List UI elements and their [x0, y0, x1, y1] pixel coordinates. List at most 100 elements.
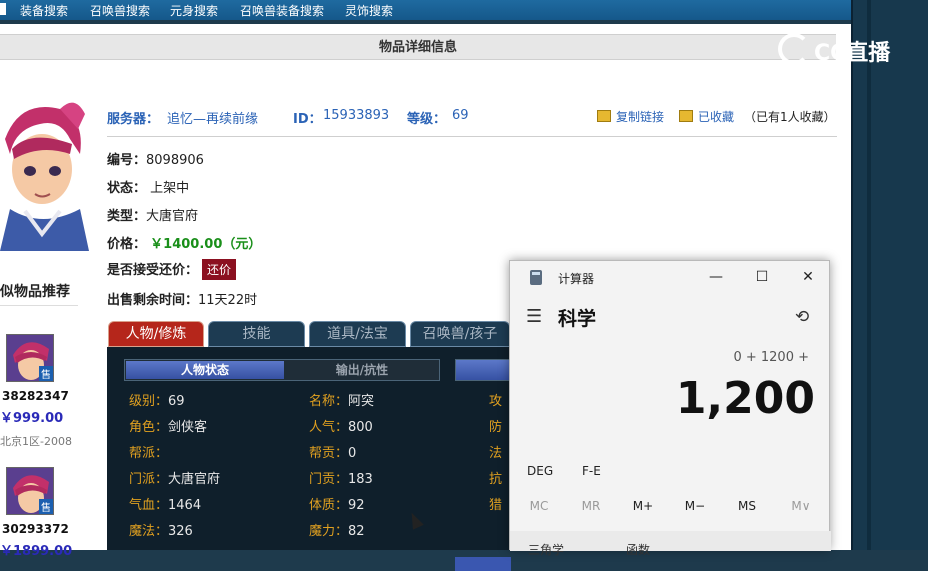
server-label: 服务器：	[107, 112, 160, 127]
close-button[interactable]: ✕	[795, 265, 821, 289]
similar-item-server: 北京1区-2008	[0, 435, 72, 448]
similar-items-title: 似物品推荐	[0, 278, 78, 306]
subtab-bar: 人物状态 输出/抗性	[124, 359, 440, 381]
nav-equipment-search[interactable]: 装备搜索	[20, 2, 68, 19]
calculator-display: 1,200	[675, 373, 815, 424]
character-panel: 人物状态 输出/抗性 级别：69 角色：剑侠客 帮派： 门派：大唐官府 气血：1…	[107, 347, 511, 571]
status-row: 状态： 上架中	[107, 177, 189, 196]
hamburger-menu-icon[interactable]: ☰	[526, 306, 542, 327]
deg-button[interactable]: DEG	[527, 464, 553, 478]
tab-skills[interactable]: 技能	[208, 321, 305, 347]
similar-item-thumbnail[interactable]: 售	[6, 334, 54, 382]
history-icon[interactable]: ⟲	[795, 307, 809, 327]
copy-link-icon[interactable]	[597, 110, 611, 122]
for-sale-badge: 售	[39, 499, 53, 514]
status-label: 状态：	[107, 181, 147, 196]
price-value: ￥1400.00（元）	[150, 237, 262, 252]
status-value: 上架中	[150, 181, 190, 196]
attr-role: 角色：剑侠客	[129, 420, 208, 435]
attr-guild: 帮派：	[129, 446, 169, 461]
level-label: 等级：	[407, 112, 447, 127]
price-label: 价格：	[107, 237, 147, 252]
attr-constitution: 体质：92	[309, 498, 365, 513]
character-portrait	[0, 99, 89, 251]
number-label: 编号：	[107, 153, 147, 168]
time-remaining-row: 出售剩余时间：11天22时	[107, 289, 257, 308]
attr-magic: 魔力：82	[309, 524, 365, 539]
favorited-button[interactable]: 已收藏	[698, 108, 734, 125]
m-plus-button[interactable]: M+	[621, 499, 665, 513]
level-value: 69	[452, 108, 469, 123]
attr-mp: 魔法：326	[129, 524, 193, 539]
top-nav-bar: 装备搜索 召唤兽搜索 元身搜索 召唤兽装备搜索 灵饰搜索	[0, 0, 851, 20]
band-stripe	[867, 0, 871, 550]
subtab-right-header	[455, 359, 511, 381]
for-sale-badge: 售	[39, 366, 53, 381]
tab-items[interactable]: 道具/法宝	[309, 321, 406, 347]
bargain-button[interactable]: 还价	[202, 259, 237, 280]
page-title: 物品详细信息	[0, 34, 836, 60]
attr-name: 名称：阿突	[309, 394, 375, 409]
right-background-band	[851, 0, 928, 550]
function-row: 三角学 函数	[510, 531, 831, 557]
type-row: 类型：大唐官府	[107, 205, 198, 224]
mr-button[interactable]: MR	[569, 499, 613, 513]
time-value: 11天22时	[198, 293, 258, 308]
calculator-window: 计算器 — ☐ ✕ ☰ 科学 ⟲ 0 + 1200 + 1,200 DEG F-…	[509, 260, 831, 557]
id-label: ID：	[293, 112, 322, 127]
id-value: 15933893	[323, 108, 390, 123]
price-row: 价格： ￥1400.00（元）	[107, 233, 261, 252]
attr-school: 门派：大唐官府	[129, 472, 221, 487]
nav-spirit-search[interactable]: 灵饰搜索	[345, 2, 393, 19]
ms-button[interactable]: MS	[725, 499, 769, 513]
logo-ring-icon	[778, 33, 810, 65]
calculator-expression: 0 + 1200 +	[733, 350, 809, 365]
calculator-title: 计算器	[558, 272, 595, 286]
number-value: 8098906	[146, 153, 204, 168]
subtab-output-resist[interactable]: 输出/抗性	[285, 361, 439, 379]
info-divider	[107, 136, 837, 137]
attr-col3-label: 攻	[489, 394, 503, 409]
nav-pet-equipment-search[interactable]: 召唤兽装备搜索	[240, 2, 324, 19]
subtab-character-status[interactable]: 人物状态	[126, 361, 284, 379]
attr-guild-contribution: 帮贡：0	[309, 446, 357, 461]
attr-level: 级别：69	[129, 394, 185, 409]
bargain-label: 是否接受还价：	[107, 263, 199, 278]
attr-col3-label: 法	[489, 446, 503, 461]
minimize-button[interactable]: —	[703, 265, 729, 289]
item-info-row: 服务器： 追忆—再续前缘 ID： 15933893 等级： 69 复制链接 已收…	[107, 108, 837, 132]
attr-popularity: 人气：800	[309, 420, 373, 435]
nav-body-search[interactable]: 元身搜索	[170, 2, 218, 19]
fe-button[interactable]: F-E	[582, 464, 601, 478]
calculator-app-icon	[530, 270, 542, 285]
favorite-folder-icon[interactable]	[679, 110, 693, 122]
server-value: 追忆—再续前缘	[167, 112, 259, 127]
maximize-button[interactable]: ☐	[749, 265, 775, 289]
memory-list-button[interactable]: M∨	[779, 499, 823, 513]
similar-item-thumbnail[interactable]: 售	[6, 467, 54, 515]
logo-text: CC直播	[814, 41, 891, 66]
tab-pets[interactable]: 召唤兽/孩子	[410, 321, 510, 347]
attr-col3-label: 猎	[489, 498, 503, 513]
mc-button[interactable]: MC	[517, 499, 561, 513]
item-number-row: 编号：8098906	[107, 149, 204, 168]
attr-col3-label: 抗	[489, 472, 503, 487]
nav-pet-search[interactable]: 召唤兽搜索	[90, 2, 150, 19]
type-value: 大唐官府	[146, 209, 199, 224]
time-label: 出售剩余时间：	[107, 293, 199, 308]
tab-character[interactable]: 人物/修炼	[108, 321, 204, 347]
favorite-count: （已有1人收藏）	[744, 110, 836, 124]
m-minus-button[interactable]: M−	[673, 499, 717, 513]
type-label: 类型：	[107, 209, 147, 224]
similar-item-price: ￥999.00	[0, 411, 64, 426]
attr-col3-label: 防	[489, 420, 503, 435]
similar-item-id[interactable]: 38282347	[2, 389, 69, 403]
band-divider	[851, 0, 853, 550]
similar-item-id[interactable]: 30293372	[2, 522, 69, 536]
nav-bullet-icon	[0, 3, 6, 15]
attr-hp: 气血：1464	[129, 498, 202, 513]
calculator-mode: 科学	[558, 308, 597, 330]
panel-lower-header	[455, 557, 511, 571]
bargain-row: 是否接受还价： 还价	[107, 259, 237, 280]
copy-link-button[interactable]: 复制链接	[616, 108, 664, 125]
